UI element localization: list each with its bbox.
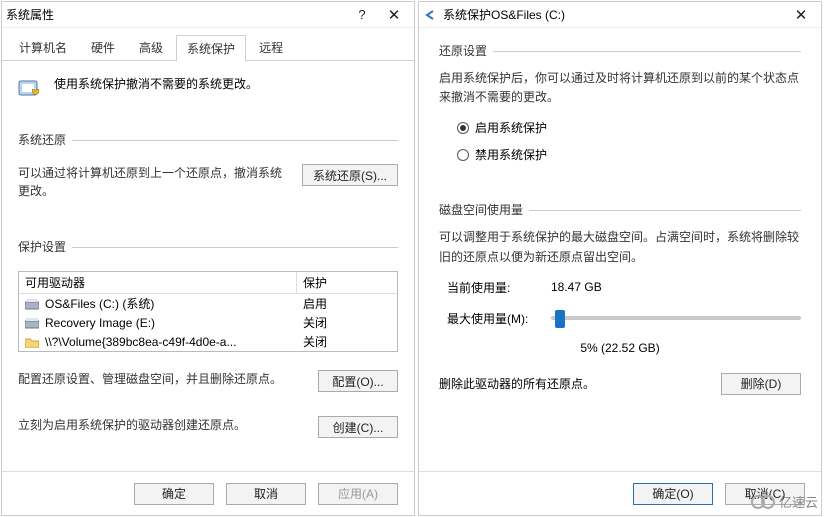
max-usage-label: 最大使用量(M): [447,310,533,327]
cancel-button[interactable]: 取消 [226,483,306,505]
titlebar-left: 系统属性 ? ✕ [2,2,414,28]
ok-button[interactable]: 确定 [134,483,214,505]
tab-strip: 计算机名 硬件 高级 系统保护 远程 [2,28,414,61]
configure-description: 配置还原设置、管理磁盘空间，并且删除还原点。 [18,370,302,388]
max-usage-percent: 5% (22.52 GB) [439,341,801,355]
restore-settings-desc: 启用系统保护后，你可以通过及时将计算机还原到以前的某个状态点来撤消不需要的更改。 [439,69,801,107]
dialog-leftarrow-icon [423,8,437,22]
col-protection: 保护 [297,272,397,293]
tab-remote[interactable]: 远程 [248,34,294,60]
radio-enable-protection[interactable]: 启用系统保护 [457,119,801,136]
delete-description: 删除此驱动器的所有还原点。 [439,375,595,392]
section-restore-settings: 还原设置 [439,42,801,59]
tab-hardware[interactable]: 硬件 [80,34,126,60]
restore-description: 可以通过将计算机还原到上一个还原点，撤消系统更改。 [18,164,286,200]
close-icon[interactable]: ✕ [378,3,410,27]
create-description: 立刻为启用系统保护的驱动器创建还原点。 [18,416,302,434]
apply-button[interactable]: 应用(A) [318,483,398,505]
footer-left: 确定 取消 应用(A) [2,471,414,515]
disk-usage-desc: 可以调整用于系统保护的最大磁盘空间。占满空间时，系统将删除较旧的还原点以便为新还… [439,228,801,266]
help-button[interactable]: ? [346,3,378,27]
table-row[interactable]: OS&Files (C:) (系统) 启用 [19,294,397,313]
drive-table[interactable]: 可用驱动器 保护 OS&Files (C:) (系统) 启用 Recovery … [18,271,398,352]
slider-thumb[interactable] [555,310,565,328]
titlebar-right: 系统保护OS&Files (C:) ✕ [419,2,821,28]
drive-icon [23,317,41,329]
section-disk-usage: 磁盘空间使用量 [439,201,801,218]
radio-icon [457,149,469,161]
ok-button[interactable]: 确定(O) [633,483,713,505]
intro-text: 使用系统保护撤消不需要的系统更改。 [54,75,258,92]
system-protection-config-dialog: 系统保护OS&Files (C:) ✕ 还原设置 启用系统保护后，你可以通过及时… [418,1,822,516]
watermark-logo: 亿速云 [751,492,818,511]
folder-icon [23,336,41,348]
drive-icon [23,298,41,310]
tab-computer-name[interactable]: 计算机名 [8,34,78,60]
configure-button[interactable]: 配置(O)... [318,370,398,392]
system-restore-button[interactable]: 系统还原(S)... [302,164,398,186]
col-drives: 可用驱动器 [19,272,297,293]
table-row[interactable]: \\?\Volume{389bc8ea-c49f-4d0e-a... 关闭 [19,332,397,351]
tab-system-protection[interactable]: 系统保护 [176,35,246,61]
radio-icon [457,122,469,134]
radio-disable-protection[interactable]: 禁用系统保护 [457,146,801,163]
system-properties-dialog: 系统属性 ? ✕ 计算机名 硬件 高级 系统保护 远程 使用系统保护撤消不需要的… [1,1,415,516]
shield-monitor-icon [18,77,44,103]
create-button[interactable]: 创建(C)... [318,416,398,438]
tab-advanced[interactable]: 高级 [128,34,174,60]
current-usage-value: 18.47 GB [551,280,602,294]
max-usage-slider[interactable] [551,316,801,320]
close-icon[interactable]: ✕ [785,3,817,27]
delete-button[interactable]: 删除(D) [721,373,801,395]
section-system-restore: 系统还原 [18,131,398,148]
window-title: 系统保护OS&Files (C:) [443,6,565,23]
table-row[interactable]: Recovery Image (E:) 关闭 [19,313,397,332]
current-usage-label: 当前使用量: [447,279,533,296]
window-title: 系统属性 [6,6,54,23]
section-protection-settings: 保护设置 [18,238,398,255]
